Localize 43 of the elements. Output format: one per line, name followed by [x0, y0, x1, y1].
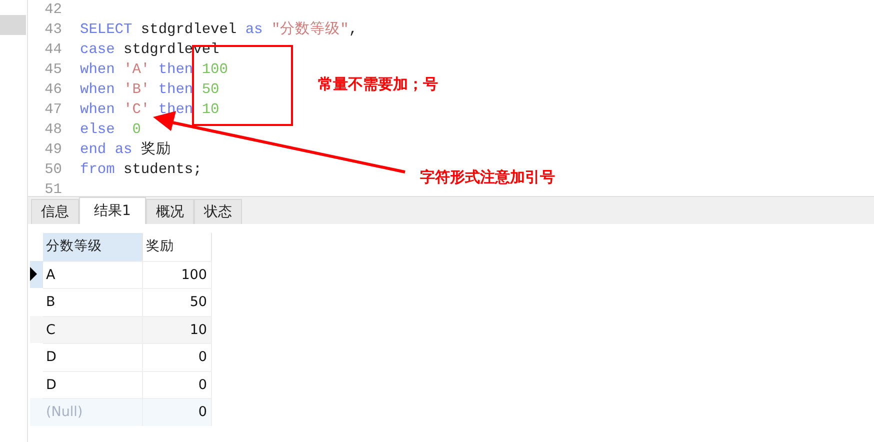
annotation-text: 常量不需要加；号 — [318, 75, 438, 94]
table-cell: B — [43, 288, 143, 316]
table-cell: C — [43, 316, 143, 343]
table-cell: 0 — [143, 370, 212, 398]
tab[interactable]: 状态 — [194, 199, 242, 224]
tab[interactable]: 结果1 — [79, 197, 146, 224]
line-number: 49 — [44, 141, 63, 160]
table-row[interactable]: (Null) 0 — [30, 398, 212, 426]
table-row[interactable]: C 10 — [30, 316, 212, 343]
table-cell: (Null) — [43, 398, 143, 426]
code-line: end as 奖励 — [80, 140, 171, 160]
table-cell: 0 — [143, 398, 212, 426]
line-number: 44 — [44, 41, 63, 60]
code-line: SELECT stdgrdlevel as "分数等级", — [80, 20, 358, 40]
column-header[interactable]: 分数等级 — [43, 233, 143, 260]
table-cell: 10 — [143, 316, 212, 343]
code-line: when 'C' then 10 — [80, 101, 220, 120]
table-cell: D — [43, 370, 143, 398]
table-row[interactable]: D 0 — [30, 343, 212, 370]
table-cell: 0 — [143, 343, 212, 370]
line-number: 45 — [44, 61, 63, 80]
code-line: else 0 — [80, 121, 141, 140]
code-line: from students; — [80, 161, 202, 180]
code-line: when 'B' then 50 — [80, 81, 220, 100]
line-number: 51 — [44, 181, 63, 196]
table-row[interactable]: B 50 — [30, 288, 212, 316]
line-number: 43 — [44, 21, 63, 40]
table-cell: D — [43, 343, 143, 370]
table-cell: 50 — [143, 288, 212, 316]
line-number: 47 — [44, 101, 63, 120]
tab[interactable]: 概况 — [146, 199, 194, 224]
line-number: 48 — [44, 121, 63, 140]
table-cell: A — [43, 260, 143, 288]
tab[interactable]: 信息 — [31, 199, 79, 224]
table-cell: 100 — [143, 260, 212, 288]
line-number: 42 — [44, 1, 63, 20]
line-number: 46 — [44, 81, 63, 100]
annotation-text: 字符形式注意加引号 — [420, 168, 555, 187]
table-row[interactable]: D 0 — [30, 370, 212, 398]
line-number: 50 — [44, 161, 63, 180]
code-line: when 'A' then 100 — [80, 61, 228, 80]
column-header[interactable]: 奖励 — [143, 233, 212, 260]
table-row[interactable]: A 100 — [30, 260, 212, 288]
